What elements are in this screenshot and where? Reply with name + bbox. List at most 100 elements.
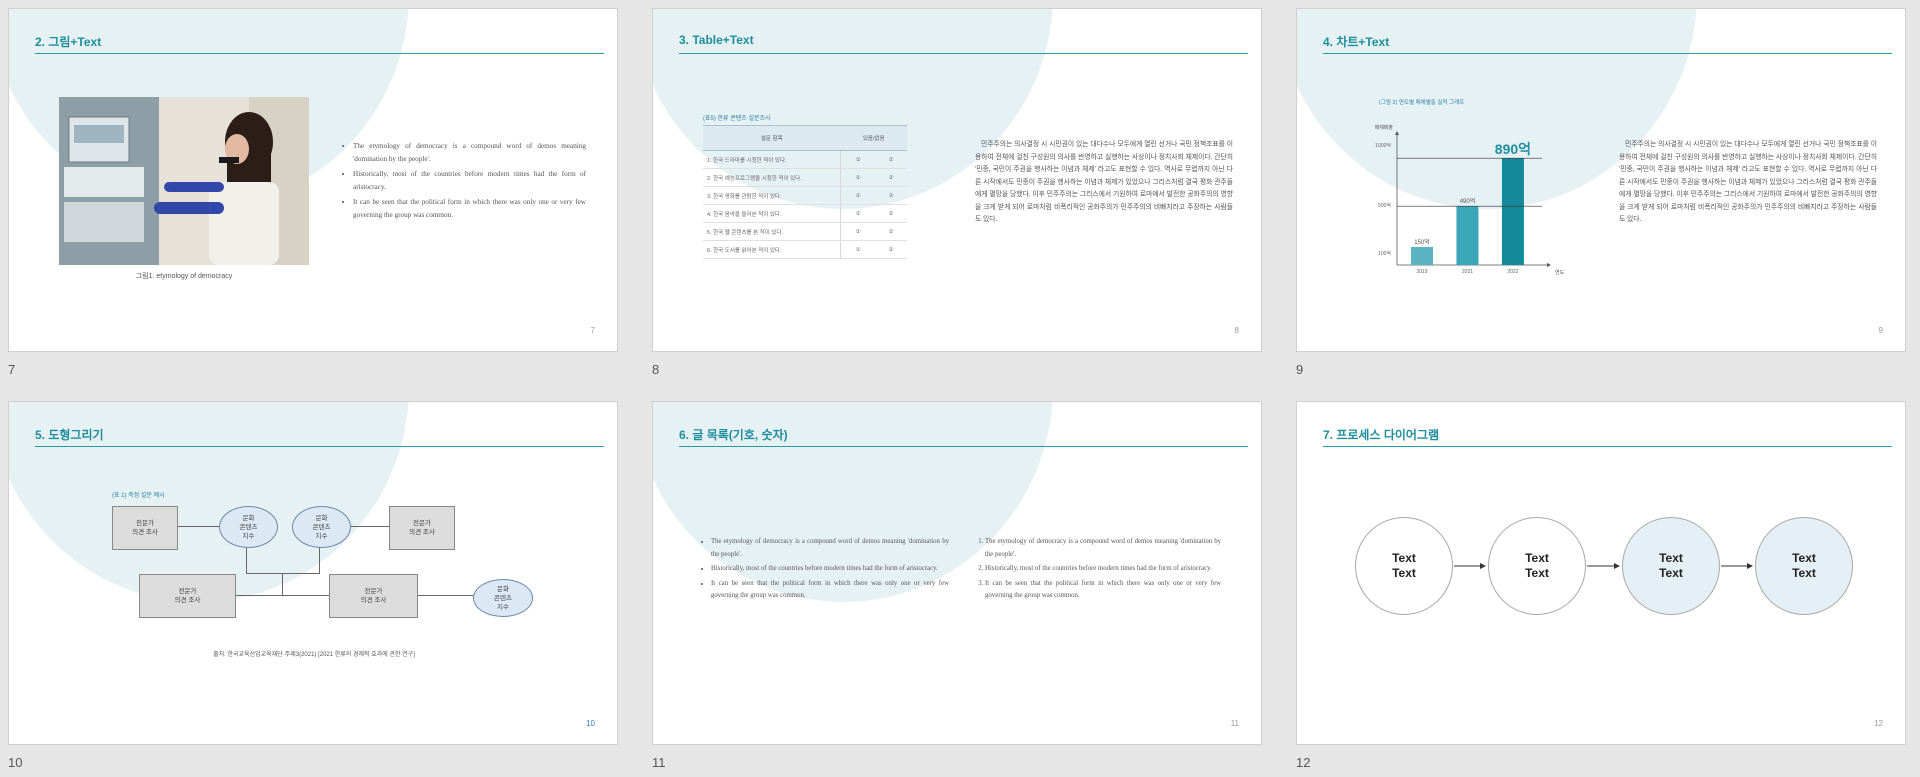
process-step: Text Text [1622, 517, 1720, 615]
title-rule [679, 446, 1248, 447]
table-cell: 2. 한국 예능프로그램을 시청한 적이 있다. [703, 168, 841, 187]
slide-label: 10 [8, 755, 23, 770]
data-label: 150억 [1414, 238, 1430, 246]
y-tick-label: 500억 [1378, 202, 1391, 209]
numbered-item: The etymology of democracy is a compound… [985, 536, 1221, 561]
table-cell: ② [874, 240, 907, 259]
process-step-label: Text Text [1659, 551, 1683, 580]
y-axis-arrow [1395, 131, 1399, 135]
page-number: 10 [586, 719, 595, 728]
numbered-list: The etymology of democracy is a compound… [971, 536, 1221, 603]
data-label: 490억 [1460, 197, 1476, 205]
table-row: 3. 한국 영화를 관람한 적이 있다. ① ② [703, 186, 907, 205]
table-cell: 6. 한국 도서를 읽어본 적이 있다. [703, 240, 841, 259]
bullet-list: The etymology of democracy is a compound… [699, 536, 949, 603]
title-rule [1323, 446, 1892, 447]
slide-label: 11 [652, 755, 666, 770]
slide-12[interactable]: 7. 프로세스 다이어그램 Text Text Text Text Text T… [1296, 401, 1906, 745]
survey-table: 설문 항목 있음/없음 1. 한국 드라마를 시청한 적이 있다. ① ② 2.… [703, 125, 907, 259]
data-label: 890억 [1495, 141, 1531, 157]
connector-line [246, 573, 320, 574]
expert-survey-box: 전문가 의견 조사 [112, 506, 178, 550]
bullet-text: The etymology of democracy is a compound… [699, 536, 949, 605]
table-header: 있음/없음 [840, 125, 907, 151]
y-tick-label: 1000억 [1375, 142, 1391, 149]
connector-line [234, 595, 332, 596]
slide-10[interactable]: 5. 도형그리기 (표 1) 측정 설문 예시 전문가 의견 조사 문화 콘텐츠… [8, 401, 618, 745]
bullet-text: The etymology of democracy is a compound… [341, 140, 586, 224]
y-axis-label: 매체매출 [1375, 124, 1394, 131]
page-number: 12 [1874, 719, 1883, 728]
slide-title: 3. Table+Text [679, 33, 754, 47]
connector-line [246, 545, 247, 573]
connector-line [347, 526, 389, 527]
expert-survey-box: 전문가 의견 조사 [139, 574, 236, 618]
table-cell: ① [839, 186, 875, 205]
process-step: Text Text [1755, 517, 1853, 615]
table-cell: 4. 한국 음악을 들어본 적이 있다. [703, 204, 841, 223]
chart-title: (그림 2) 연도별 매체별출 실적 그래프 [1379, 100, 1465, 106]
bullet-list: The etymology of democracy is a compound… [341, 140, 586, 222]
numbered-text: The etymology of democracy is a compound… [971, 536, 1221, 605]
page-number: 9 [1878, 326, 1883, 335]
numbered-item: It can be seen that the political form i… [985, 578, 1221, 603]
ellipse-label: 문화 콘텐츠 지수 [494, 585, 512, 611]
table-cell: ① [839, 222, 875, 241]
slide-9[interactable]: 4. 차트+Text (그림 2) 연도별 매체별출 실적 그래프 매체매출 연도… [1296, 8, 1906, 352]
slide-title: 5. 도형그리기 [35, 428, 104, 442]
table-cell: 3. 한국 영화를 관람한 적이 있다. [703, 186, 841, 205]
table-cell: ① [839, 150, 875, 169]
bullet-item: Historically, most of the countries befo… [711, 563, 949, 576]
table-row: 1. 한국 드라마를 시청한 적이 있다. ① ② [703, 150, 907, 169]
body-paragraph: 민주주의는 의사결정 시 시민권이 있는 대다수나 모두에게 열린 선거나 국민… [1619, 141, 1877, 223]
expert-survey-box: 전문가 의견 조사 [389, 506, 455, 550]
connector-line [319, 545, 320, 573]
x-axis-arrow [1547, 263, 1551, 267]
process-step-label: Text Text [1792, 551, 1816, 580]
title-rule [35, 446, 604, 447]
table-row: 5. 한국 웹 콘텐츠를 본 적이 있다. ① ② [703, 222, 907, 241]
bullet-item: It can be seen that the political form i… [353, 196, 586, 222]
table-cell: 5. 한국 웹 콘텐츠를 본 적이 있다. [703, 222, 841, 241]
table-row: 6. 한국 도서를 읽어본 적이 있다. ① ② [703, 240, 907, 259]
numbered-item: Historically, most of the countries befo… [985, 563, 1221, 576]
title-rule [679, 53, 1248, 54]
slide-label: 8 [652, 362, 660, 377]
culture-index-ellipse: 문화 콘텐츠 지수 [473, 579, 533, 617]
box-label: 전문가 의견 조사 [174, 588, 201, 604]
table-row: 4. 한국 음악을 들어본 적이 있다. ① ② [703, 204, 907, 223]
body-paragraph: 민주주의는 의사결정 시 시민권이 있는 대다수나 모두에게 열린 선거나 국민… [975, 141, 1233, 223]
connector-line [177, 526, 219, 527]
box-label: 전문가 의견 조사 [360, 588, 387, 604]
title-rule [35, 53, 604, 54]
expert-survey-box: 전문가 의견 조사 [329, 574, 418, 618]
process-step-label: Text Text [1525, 551, 1549, 580]
x-axis-label: 연도 [1555, 269, 1565, 276]
bullet-item: Historically, most of the countries befo… [353, 168, 586, 194]
process-step: Text Text [1488, 517, 1586, 615]
slide-11[interactable]: 6. 글 목록(기호, 숫자) The etymology of democra… [652, 401, 1262, 745]
slide-8[interactable]: 3. Table+Text (표5) 한류 콘텐츠 설문조사 설문 항목 있음/… [652, 8, 1262, 352]
slide-label: 7 [8, 362, 16, 377]
table-cell: ② [874, 204, 907, 223]
slide-label: 9 [1296, 362, 1304, 377]
bar [1501, 158, 1524, 265]
table-cell: ① [839, 240, 875, 259]
table-caption: (표5) 한류 콘텐츠 설문조사 [703, 116, 771, 122]
x-tick-label: 2022 [1507, 269, 1518, 275]
table-cell: ① [839, 204, 875, 223]
source-note: 출처: 한국교육산업교육재단·주제3(2021) [2021 한류의 경제적 효… [213, 652, 415, 658]
box-label: 전문가 의견 조사 [409, 520, 435, 536]
page-number: 8 [1234, 326, 1239, 335]
table-row: 2. 한국 예능프로그램을 시청한 적이 있다. ① ② [703, 168, 907, 187]
x-tick-label: 2019 [1416, 269, 1427, 275]
bar [1456, 206, 1479, 265]
diagram-caption: (표 1) 측정 설문 예시 [112, 493, 165, 499]
page-number: 7 [590, 326, 595, 335]
slide-7[interactable]: 2. 그림+Text 그림1. etymology of democracy T… [8, 8, 618, 352]
table-header: 설문 항목 [703, 125, 841, 151]
bullet-item: The etymology of democracy is a compound… [353, 140, 586, 166]
process-step-label: Text Text [1392, 551, 1416, 580]
bar-chart: 매체매출연도 100억 500억 1000억 150억 2019 490억 2021 890억 2… [1375, 124, 1565, 276]
lab-photo [59, 97, 309, 265]
